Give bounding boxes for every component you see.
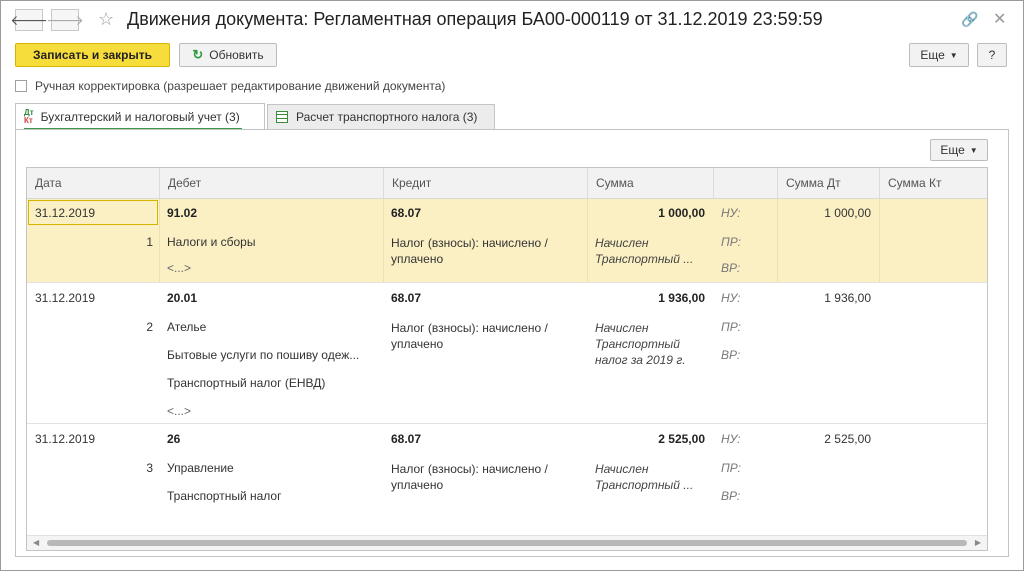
credit-subconto: Налог (взносы): начислено / уплачено: [391, 462, 548, 492]
tab-transport-tax-label: Расчет транспортного налога (3): [296, 110, 478, 124]
debit-subconto: Транспортный налог (ЕНВД): [167, 376, 326, 390]
panel-more-label: Еще: [940, 143, 965, 157]
table-header: Дата Дебет Кредит Сумма Сумма Дт Сумма К…: [27, 168, 987, 199]
link-icon[interactable]: 🔗: [961, 11, 978, 28]
more-label: Еще: [920, 48, 945, 62]
manual-edit-option[interactable]: Ручная корректировка (разрешает редактир…: [15, 79, 445, 93]
debit-subconto: Налоги и сборы: [167, 235, 256, 249]
scrollbar-thumb[interactable]: [47, 540, 967, 546]
tab-accounting[interactable]: Дт Кт Бухгалтерский и налоговый учет (3): [15, 103, 265, 131]
movements-table: Дата Дебет Кредит Сумма Сумма Дт Сумма К…: [26, 167, 988, 551]
refresh-icon: ↻: [192, 47, 204, 62]
debit-subconto-empty: <...>: [167, 261, 192, 275]
vr-label: ВР:: [721, 348, 741, 362]
title-bar: 🡐 🡒 ☆ Движения документа: Регламентная о…: [1, 1, 1023, 39]
content: Начислен Транспортный налог за 2019 г.: [595, 321, 686, 367]
amount: 1 000,00: [658, 206, 705, 220]
debit-subconto: Бытовые услуги по пошиву одеж...: [167, 348, 360, 362]
row-date: 31.12.2019: [35, 206, 96, 220]
column-divider: [383, 199, 384, 283]
credit-subconto: Налог (взносы): начислено / уплачено: [391, 236, 548, 266]
sum-dt: 1 936,00: [824, 291, 871, 305]
sum-dt: 1 000,00: [824, 206, 871, 220]
arrow-left-icon: 🡐: [10, 11, 48, 28]
window-title: Движения документа: Регламентная операци…: [127, 9, 823, 29]
column-sum-dt[interactable]: Сумма Дт: [777, 168, 879, 198]
manual-edit-checkbox[interactable]: [15, 80, 27, 92]
column-sum-kt[interactable]: Сумма Кт: [879, 168, 987, 198]
chevron-down-icon: ▼: [949, 50, 958, 60]
content: Начислен Транспортный ...: [595, 462, 694, 492]
row-date: 31.12.2019: [35, 291, 96, 305]
help-button[interactable]: ?: [977, 43, 1007, 67]
column-credit[interactable]: Кредит: [383, 168, 587, 198]
column-amount[interactable]: Сумма: [587, 168, 713, 198]
manual-edit-label: Ручная корректировка (разрешает редактир…: [35, 79, 446, 93]
credit-account: 68.07: [391, 291, 422, 305]
sum-dt: 2 525,00: [824, 432, 871, 446]
content: Начислен Транспортный ...: [595, 236, 694, 266]
credit-account: 68.07: [391, 206, 422, 220]
nu-label: НУ:: [721, 432, 741, 446]
close-icon[interactable]: ✕: [993, 9, 1006, 29]
column-date[interactable]: Дата: [27, 168, 159, 198]
debit-subconto: Транспортный налог: [167, 489, 282, 503]
debit-subconto-empty: <...>: [167, 404, 192, 418]
debit-account: 26: [167, 432, 181, 446]
column-type[interactable]: [713, 168, 777, 198]
nu-label: НУ:: [721, 291, 741, 305]
row-number: 2: [146, 320, 153, 334]
dt-kt-icon: Дт Кт: [24, 108, 34, 125]
panel-more-button[interactable]: Еще ▼: [930, 139, 988, 161]
vr-label: ВР:: [721, 489, 741, 503]
credit-subconto: Налог (взносы): начислено / уплачено: [391, 321, 548, 351]
row-date: 31.12.2019: [35, 432, 96, 446]
tab-transport-tax[interactable]: Расчет транспортного налога (3): [267, 104, 495, 129]
scroll-right-icon[interactable]: ▶: [975, 538, 981, 547]
amount: 2 525,00: [658, 432, 705, 446]
star-icon[interactable]: ☆: [98, 9, 114, 30]
debit-subconto: Ателье: [167, 320, 207, 334]
scroll-left-icon[interactable]: ◀: [33, 538, 39, 547]
arrow-right-icon: 🡒: [46, 11, 84, 28]
horizontal-scrollbar[interactable]: ◀ ▶: [27, 535, 987, 550]
debit-subconto: Управление: [167, 461, 234, 475]
row-number: 3: [146, 461, 153, 475]
forward-button[interactable]: 🡒: [46, 9, 84, 31]
vr-label: ВР:: [721, 261, 741, 275]
pr-label: ПР:: [721, 320, 741, 334]
table-row[interactable]: 31.12.2019 3 26 Управление Транспортный …: [27, 424, 987, 514]
pr-label: ПР:: [721, 235, 741, 249]
back-button[interactable]: 🡐: [10, 9, 48, 31]
pr-label: ПР:: [721, 461, 741, 475]
amount: 1 936,00: [658, 291, 705, 305]
table-row[interactable]: 31.12.2019 2 20.01 Ателье Бытовые услуги…: [27, 283, 987, 424]
column-divider: [879, 199, 880, 283]
refresh-button[interactable]: ↻ Обновить: [179, 43, 277, 67]
column-divider: [159, 199, 160, 283]
nu-label: НУ:: [721, 206, 741, 220]
credit-account: 68.07: [391, 432, 422, 446]
more-button[interactable]: Еще ▼: [909, 43, 969, 67]
chevron-down-icon: ▼: [969, 145, 978, 155]
table-row[interactable]: 31.12.2019 1 91.02 Налоги и сборы <...> …: [27, 199, 987, 283]
document-movements-window: 🡐 🡒 ☆ Движения документа: Регламентная о…: [0, 0, 1024, 571]
refresh-label: Обновить: [209, 48, 264, 62]
tab-panel: Еще ▼ Дата Дебет Кредит Сумма Сумма Дт С…: [15, 129, 1009, 557]
row-number: 1: [146, 235, 153, 249]
debit-account: 91.02: [167, 206, 198, 220]
debit-account: 20.01: [167, 291, 198, 305]
tab-accounting-label: Бухгалтерский и налоговый учет (3): [40, 110, 240, 124]
save-and-close-button[interactable]: Записать и закрыть: [15, 43, 170, 67]
column-debit[interactable]: Дебет: [159, 168, 383, 198]
register-icon: [276, 111, 288, 123]
